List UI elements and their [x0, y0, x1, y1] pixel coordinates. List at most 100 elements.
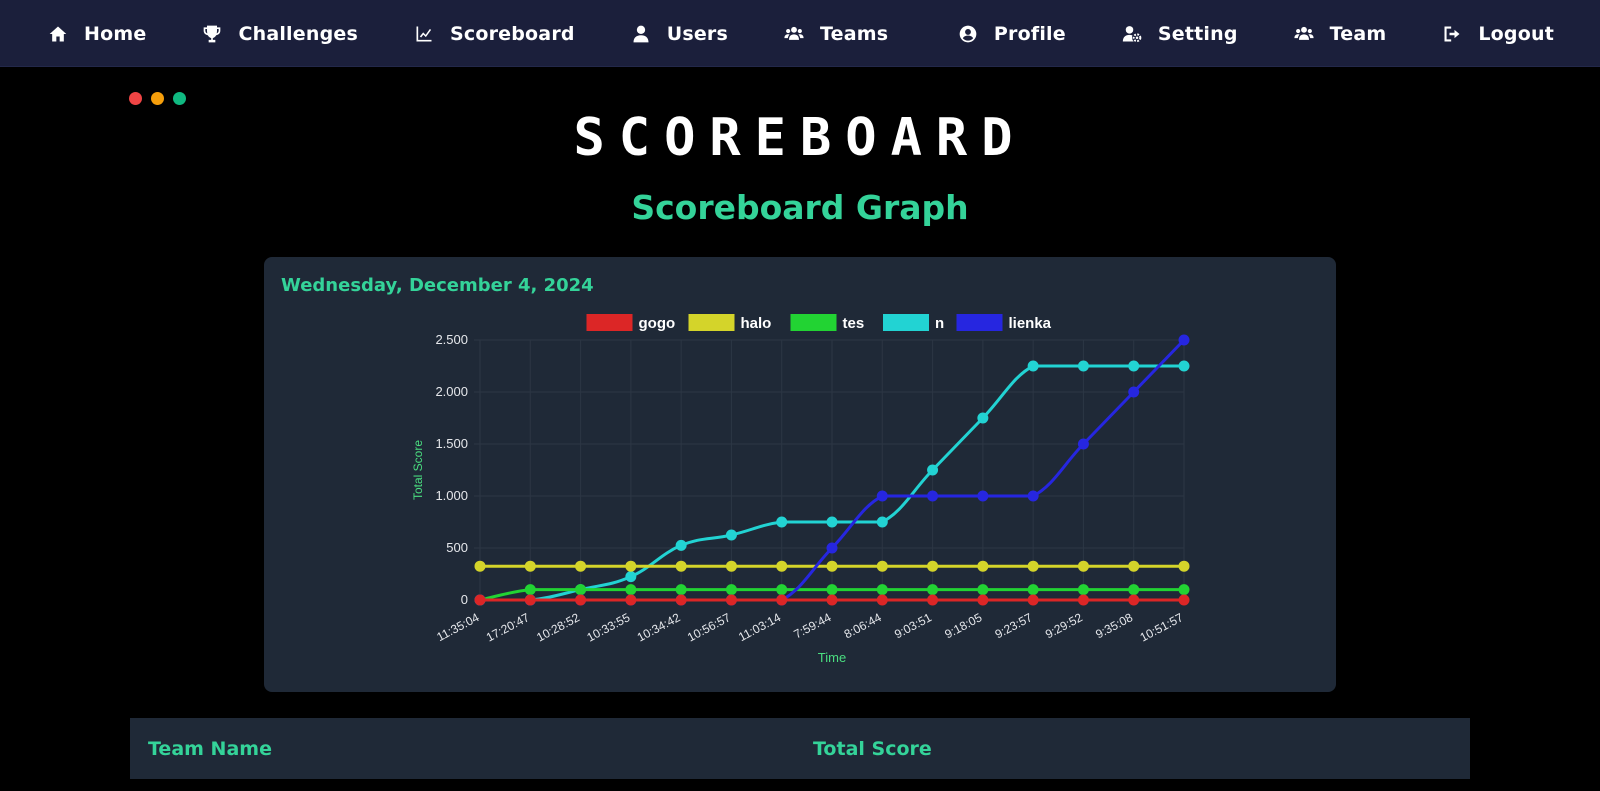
data-point-n	[1027, 360, 1039, 372]
data-point-tes	[625, 584, 637, 596]
data-point-halo	[927, 560, 939, 572]
scoreboard-line-chart: 0 500 1.000 1.500 2.000 2.500 11:35:04 17:20:47…	[411, 314, 1190, 665]
data-point-gogo	[776, 594, 788, 606]
nav-left-group: Home Challenges Scoreboard Users Teams	[46, 0, 888, 67]
x-tick-label: 11:35:04	[434, 610, 481, 644]
data-point-gogo	[826, 594, 838, 606]
data-point-lienka	[1027, 490, 1039, 502]
data-point-gogo	[524, 594, 536, 606]
data-point-tes	[776, 584, 788, 596]
nav-challenges-label: Challenges	[238, 22, 358, 45]
x-tick-label: 9:35:08	[1093, 610, 1135, 641]
data-point-lienka	[1077, 438, 1089, 450]
data-point-halo	[1077, 560, 1089, 572]
scoreboard-graph-title: Scoreboard Graph	[631, 188, 969, 227]
legend-swatch-tes	[790, 314, 837, 331]
data-point-tes	[575, 584, 587, 596]
user-circle-icon	[956, 22, 980, 46]
nav-scoreboard-label: Scoreboard	[449, 22, 575, 45]
team-name-header: Team Name	[148, 737, 272, 760]
data-point-gogo	[725, 594, 737, 606]
data-point-halo	[977, 560, 989, 572]
data-point-tes	[1128, 584, 1140, 596]
trophy-icon	[200, 22, 224, 46]
x-tick-label: 9:23:57	[993, 610, 1035, 641]
window-dot-red	[129, 92, 142, 105]
y-tick-label: 1.000	[435, 488, 468, 503]
data-point-lienka	[1178, 334, 1190, 346]
legend-label-gogo: gogo	[639, 315, 676, 332]
data-point-lienka	[1128, 386, 1140, 398]
y-tick-label: 2.000	[435, 384, 468, 399]
data-point-lienka	[876, 490, 888, 502]
legend-label-tes: tes	[843, 315, 865, 332]
data-point-n	[826, 516, 838, 528]
x-tick-label: 10:56:57	[685, 610, 733, 644]
nav-profile-link[interactable]: Profile	[956, 0, 1066, 67]
data-point-gogo	[1077, 594, 1089, 606]
y-axis-title: Total Score	[411, 440, 425, 500]
scoreboard-graph-card: Wednesday, December 4, 2024 0 500 1.000 1.5…	[264, 257, 1336, 692]
nav-setting-link[interactable]: Setting	[1120, 0, 1238, 67]
nav-challenges-link[interactable]: Challenges	[200, 0, 358, 67]
x-tick-label: 9:29:52	[1043, 610, 1085, 641]
data-point-halo	[876, 560, 888, 572]
data-point-halo	[474, 560, 486, 572]
data-point-halo	[575, 560, 587, 572]
data-point-tes	[1178, 584, 1190, 596]
user-icon	[629, 22, 653, 46]
data-point-gogo	[575, 594, 587, 606]
data-point-halo	[1128, 560, 1140, 572]
data-point-halo	[826, 560, 838, 572]
data-point-n	[927, 464, 939, 476]
page-title: SCOREBOARD	[573, 108, 1027, 168]
data-point-n	[1128, 360, 1140, 372]
nav-users-link[interactable]: Users	[629, 0, 728, 67]
data-point-tes	[1027, 584, 1039, 596]
legend-swatch-halo	[688, 314, 735, 331]
x-tick-label: 10:28:52	[534, 610, 582, 644]
data-point-gogo	[675, 594, 687, 606]
data-point-n	[1077, 360, 1089, 372]
nav-scoreboard-link[interactable]: Scoreboard	[412, 0, 575, 67]
top-navbar: Home Challenges Scoreboard Users Teams P…	[0, 0, 1600, 67]
nav-setting-label: Setting	[1157, 22, 1238, 45]
data-point-halo	[625, 560, 637, 572]
nav-team-label: Team	[1329, 22, 1387, 45]
nav-teams-label: Teams	[820, 22, 889, 45]
users-icon	[782, 22, 806, 46]
nav-teams-link[interactable]: Teams	[782, 0, 888, 67]
data-point-n	[675, 539, 687, 551]
data-point-gogo	[876, 594, 888, 606]
data-point-gogo	[1027, 594, 1039, 606]
data-point-halo	[524, 560, 536, 572]
data-point-n	[876, 516, 888, 528]
data-point-halo	[675, 560, 687, 572]
data-point-gogo	[625, 594, 637, 606]
y-tick-label: 500	[446, 540, 468, 555]
data-point-tes	[977, 584, 989, 596]
legend-label-lienka: lienka	[1009, 315, 1052, 332]
data-point-halo	[1027, 560, 1039, 572]
data-point-gogo	[1128, 594, 1140, 606]
nav-team-link[interactable]: Team	[1292, 0, 1387, 67]
data-point-halo	[1178, 560, 1190, 572]
data-point-tes	[876, 584, 888, 596]
data-point-tes	[675, 584, 687, 596]
data-point-n	[977, 412, 989, 424]
scoreboard-table-header: Team Name Total Score	[130, 718, 1470, 779]
data-point-tes	[826, 584, 838, 596]
nav-logout-link[interactable]: Logout	[1440, 0, 1554, 67]
x-tick-label: 10:34:42	[635, 610, 683, 644]
legend-swatch-lienka	[956, 314, 1003, 331]
total-score-header: Total Score	[813, 737, 932, 760]
users-icon	[1292, 22, 1316, 46]
x-tick-label: 10:51:57	[1138, 610, 1186, 644]
x-tick-label: 11:03:14	[736, 610, 783, 644]
nav-home-label: Home	[84, 22, 147, 45]
nav-home-link[interactable]: Home	[46, 0, 146, 67]
nav-logout-label: Logout	[1478, 22, 1554, 45]
nav-profile-label: Profile	[993, 22, 1066, 45]
nav-right-group: Profile Setting Team Logout	[902, 0, 1554, 67]
y-tick-label: 1.500	[435, 436, 468, 451]
